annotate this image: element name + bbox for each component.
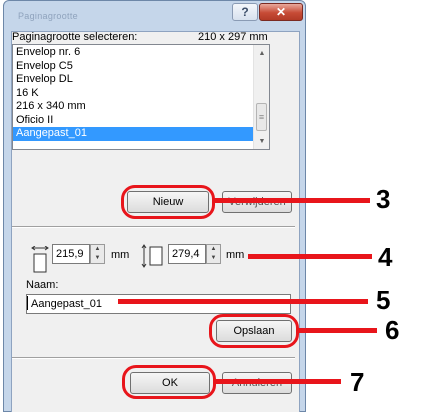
height-spinner[interactable]: ▲ ▼ bbox=[206, 244, 221, 264]
separator bbox=[12, 226, 295, 228]
spin-up-icon[interactable]: ▲ bbox=[91, 245, 104, 254]
help-button[interactable]: ? bbox=[232, 3, 258, 21]
width-icon bbox=[31, 246, 49, 273]
list-item-selected[interactable]: Aangepast_01 bbox=[13, 127, 254, 141]
name-label: Naam: bbox=[26, 279, 59, 291]
callout-line-7 bbox=[213, 379, 341, 384]
paper-size-list-items: Envelop nr. 6 Envelop C5 Envelop DL 16 K… bbox=[13, 46, 254, 141]
list-item[interactable]: Envelop DL bbox=[13, 73, 254, 87]
separator bbox=[12, 357, 295, 359]
scroll-up-arrow-icon[interactable]: ▲ bbox=[254, 45, 270, 61]
ok-button-highlight bbox=[122, 365, 216, 399]
save-button-highlight bbox=[209, 314, 299, 348]
name-input[interactable]: Aangepast_01 bbox=[26, 294, 291, 314]
spin-down-icon[interactable]: ▼ bbox=[207, 254, 220, 263]
spin-up-icon[interactable]: ▲ bbox=[207, 245, 220, 254]
spin-down-icon[interactable]: ▼ bbox=[91, 254, 104, 263]
width-unit: mm bbox=[111, 249, 130, 261]
dialog-title: Paginagrootte bbox=[18, 11, 78, 21]
list-scrollbar[interactable]: ▲ ≡ ▼ bbox=[253, 45, 269, 149]
callout-6: 6 bbox=[385, 315, 400, 345]
list-item[interactable]: Envelop C5 bbox=[13, 60, 254, 74]
scroll-down-arrow-icon[interactable]: ▼ bbox=[254, 133, 270, 149]
list-item[interactable]: 16 K bbox=[13, 87, 254, 101]
callout-7: 7 bbox=[350, 367, 365, 397]
height-unit: mm bbox=[226, 249, 245, 261]
callout-5: 5 bbox=[376, 285, 391, 315]
list-item[interactable]: Oficio II bbox=[13, 114, 254, 128]
paper-size-list[interactable]: Envelop nr. 6 Envelop C5 Envelop DL 16 K… bbox=[12, 44, 270, 150]
text-caret bbox=[27, 296, 28, 310]
height-input[interactable]: 279,4 bbox=[168, 244, 206, 264]
scroll-thumb[interactable]: ≡ bbox=[256, 103, 267, 131]
height-icon bbox=[141, 244, 163, 268]
list-item[interactable]: Envelop nr. 6 bbox=[13, 46, 254, 60]
callout-line-5 bbox=[118, 299, 368, 304]
width-spinner[interactable]: ▲ ▼ bbox=[90, 244, 105, 264]
paper-dimensions-label: 210 x 297 mm bbox=[198, 31, 268, 43]
title-bar: Paginagrootte ? ✕ bbox=[4, 1, 305, 31]
callout-line-3 bbox=[213, 198, 370, 203]
callout-4: 4 bbox=[378, 242, 393, 272]
callout-line-6 bbox=[299, 328, 377, 333]
list-item[interactable]: 216 x 340 mm bbox=[13, 100, 254, 114]
new-button-highlight bbox=[121, 185, 215, 219]
callout-3: 3 bbox=[376, 184, 391, 214]
select-paper-size-label: Paginagrootte selecteren: bbox=[12, 31, 138, 43]
callout-line-4 bbox=[248, 254, 372, 259]
width-input[interactable]: 215,9 bbox=[52, 244, 90, 264]
close-button[interactable]: ✕ bbox=[259, 3, 303, 21]
